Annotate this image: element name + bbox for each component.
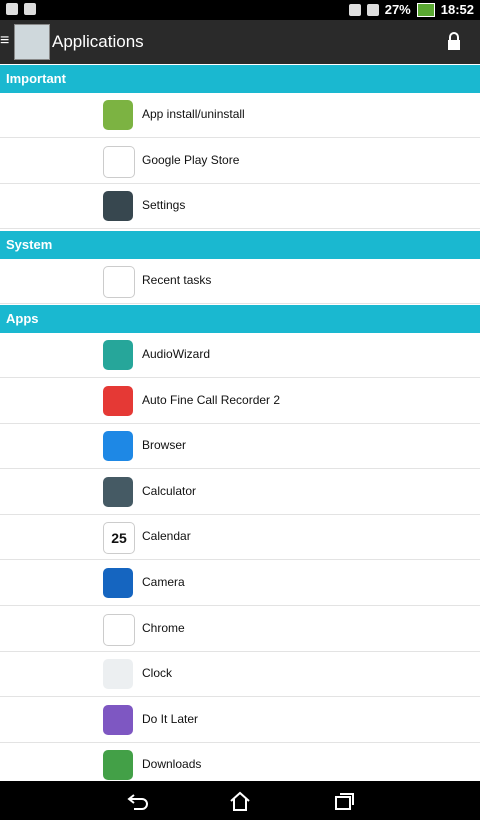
sync-icon: [366, 3, 379, 16]
list-item-label: Camera: [142, 575, 185, 589]
play-store-icon: [103, 145, 135, 178]
list-item-label: Auto Fine Call Recorder 2: [142, 392, 281, 407]
list-item[interactable]: Google Play Store: [0, 139, 480, 184]
list-item-label: Calendar: [142, 529, 191, 544]
menu-icon[interactable]: ≡: [0, 33, 10, 49]
list-item[interactable]: Calculator: [0, 470, 480, 515]
section-header-important: Important: [0, 65, 480, 93]
nav-bar: [0, 781, 480, 820]
android-installer-icon: [103, 100, 133, 130]
vibrate-icon: [348, 3, 361, 16]
list-item-label: Settings: [142, 198, 186, 213]
list-item[interactable]: Clock: [0, 652, 480, 698]
clock-icon: [103, 659, 133, 690]
list-item[interactable]: Chrome: [0, 607, 480, 652]
list-item-label: Calculator: [142, 483, 197, 498]
battery-icon: [416, 2, 435, 17]
list-item[interactable]: 25 Calendar: [0, 515, 480, 561]
app-bar: ≡ Applications: [0, 20, 480, 64]
calendar-icon: 25: [103, 522, 135, 555]
list-item[interactable]: Auto Fine Call Recorder 2: [0, 379, 480, 424]
list-item-label: Clock: [142, 666, 173, 681]
list-item-label: App install/uninstall: [142, 107, 245, 121]
section-header-system: System: [0, 231, 480, 259]
list-item[interactable]: AudioWizard: [0, 333, 480, 378]
globe-icon: [103, 431, 133, 462]
status-bar: 27% 18:52: [0, 0, 480, 20]
chrome-icon: [103, 613, 135, 646]
list-item-label: Chrome: [142, 620, 185, 635]
list-item-label: Browser: [142, 438, 187, 453]
notification-icon: [6, 3, 18, 15]
list-item[interactable]: Do It Later: [0, 698, 480, 743]
list-item[interactable]: Settings: [0, 184, 480, 230]
list-item[interactable]: Camera: [0, 561, 480, 606]
equalizer-icon: [103, 340, 133, 370]
list-item-label: AudioWizard: [142, 347, 211, 361]
clock-time: 18:52: [440, 2, 474, 17]
list-item[interactable]: App install/uninstall: [0, 93, 480, 138]
battery-percent: 27%: [384, 2, 411, 17]
list-item-label: Google Play Store: [142, 152, 240, 167]
page-title: Applications: [52, 32, 144, 51]
checkmark-icon: [103, 704, 133, 735]
list-item-label: Recent tasks: [142, 273, 212, 287]
android-logo-icon: [103, 266, 135, 298]
list-item[interactable]: Recent tasks: [0, 259, 480, 304]
storage-icon: [24, 3, 36, 15]
home-icon[interactable]: [228, 789, 252, 813]
download-icon: [103, 750, 133, 781]
calculator-icon: [103, 476, 133, 507]
list-item-label: Do It Later: [142, 711, 199, 726]
gear-icon: [103, 191, 133, 222]
camera-icon: [103, 568, 133, 598]
section-header-apps: Apps: [0, 305, 480, 333]
list-item-label: Downloads: [142, 757, 202, 772]
app-logo-icon: [14, 24, 50, 60]
recents-icon[interactable]: [332, 789, 356, 813]
list-item[interactable]: Browser: [0, 424, 480, 470]
lock-icon[interactable]: [446, 32, 462, 50]
call-recorder-icon: [103, 385, 133, 416]
back-icon[interactable]: [126, 789, 150, 813]
